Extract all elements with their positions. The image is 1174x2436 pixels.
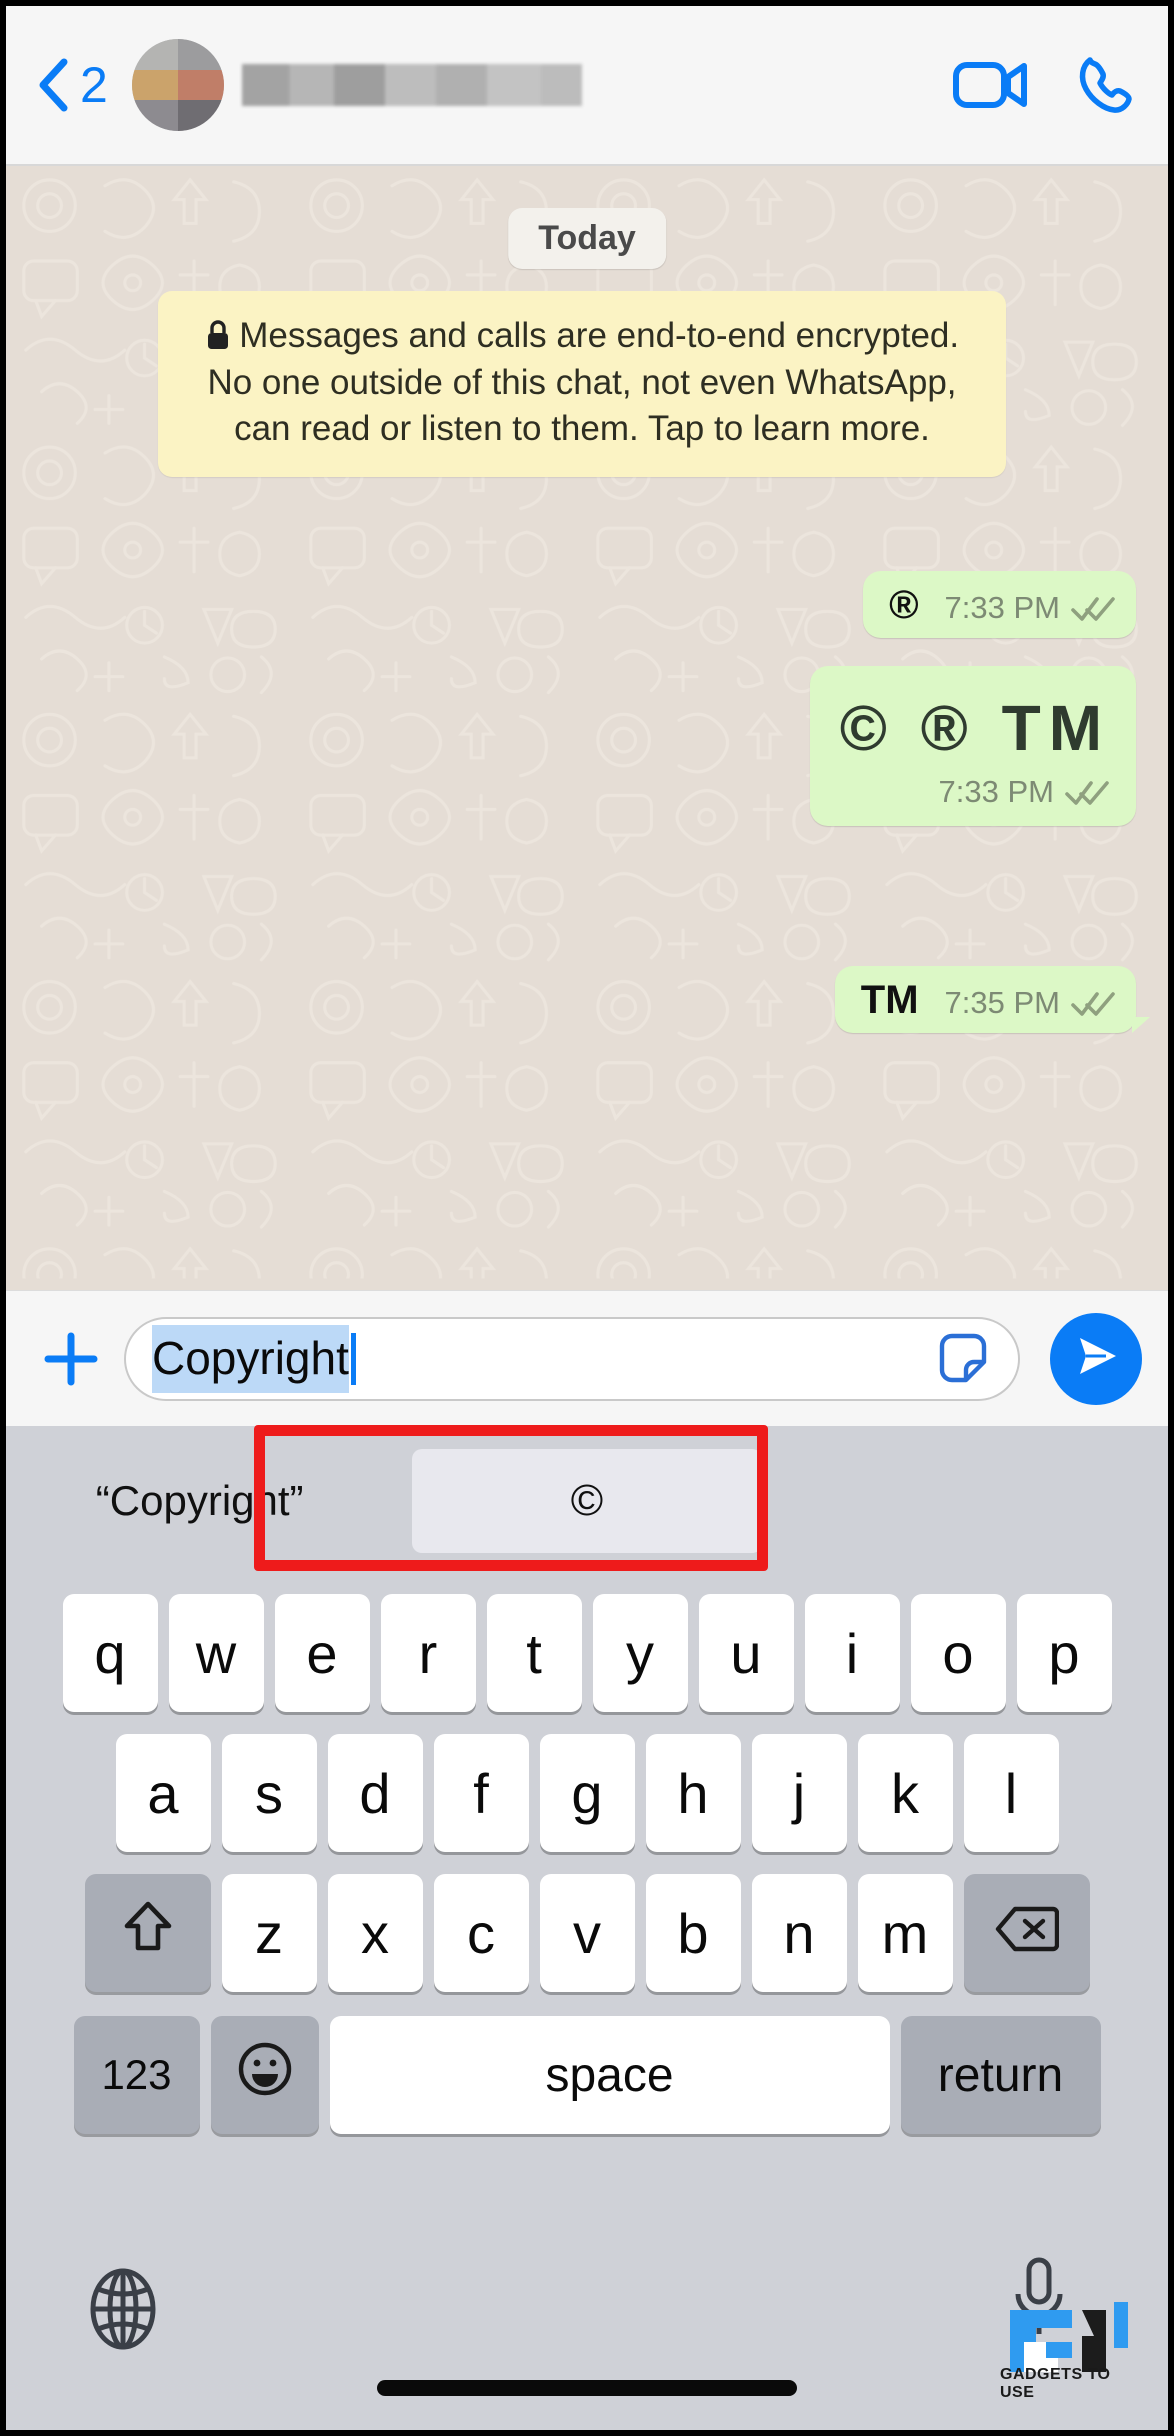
keyboard-row-4: 123 space return (6, 2016, 1168, 2134)
key-f[interactable]: f (433, 1734, 529, 1852)
key-s[interactable]: s (221, 1734, 317, 1852)
unread-count: 2 (80, 57, 108, 113)
key-g[interactable]: g (539, 1734, 635, 1852)
shift-arrow-icon (122, 1898, 174, 1969)
read-receipt-double-check-icon (1070, 989, 1116, 1017)
message-symbols: ® (889, 583, 919, 627)
avatar[interactable] (131, 39, 224, 131)
message-meta: 7:33 PM (840, 774, 1110, 810)
space-key[interactable]: space (329, 2016, 890, 2134)
key-e[interactable]: e (274, 1594, 370, 1712)
chat-bubble-outgoing[interactable]: ® 7:33 PM (863, 571, 1136, 638)
key-u[interactable]: u (698, 1594, 794, 1712)
message-symbols: TM (860, 978, 919, 1022)
key-h[interactable]: h (645, 1734, 741, 1852)
chat-message-area[interactable]: Today Messages and calls are end-to-end … (6, 166, 1168, 1290)
phone-icon[interactable] (1076, 54, 1138, 116)
key-m[interactable]: m (857, 1874, 953, 1992)
read-receipt-double-check-icon (1070, 594, 1116, 622)
back-button[interactable]: 2 (36, 56, 108, 114)
phone-screen: 2 Today Messages and calls are end-to-en… (0, 0, 1174, 2436)
chat-bubble-outgoing[interactable]: © ® TM 7:33 PM (809, 666, 1136, 826)
plus-icon[interactable] (32, 1328, 110, 1390)
message-meta: 7:33 PM (945, 590, 1116, 626)
keyboard-prediction-bar: “Copyright” © (6, 1426, 1168, 1576)
key-p[interactable]: p (1016, 1594, 1112, 1712)
video-camera-icon[interactable] (952, 57, 1030, 113)
text-caret (350, 1332, 356, 1385)
key-l[interactable]: l (963, 1734, 1059, 1852)
send-arrow-icon (1070, 1330, 1122, 1387)
key-z[interactable]: z (221, 1874, 317, 1992)
return-key[interactable]: return (900, 2016, 1101, 2134)
key-x[interactable]: x (327, 1874, 423, 1992)
backspace-icon (995, 1901, 1059, 1966)
key-a[interactable]: a (115, 1734, 211, 1852)
on-screen-keyboard: q w e r t y u i o p a s d f g h j k l z … (6, 1576, 1168, 2430)
prediction-item-1[interactable]: © (393, 1449, 780, 1553)
send-button[interactable] (1050, 1312, 1142, 1405)
message-time: 7:33 PM (938, 774, 1054, 809)
key-b[interactable]: b (645, 1874, 741, 1992)
encryption-notice-text: Messages and calls are end-to-end encryp… (207, 316, 960, 449)
sticker-icon[interactable] (934, 1330, 992, 1388)
message-time: 7:35 PM (944, 985, 1060, 1020)
message-input-bar: Copyright (6, 1290, 1168, 1426)
message-meta: 7:35 PM (945, 985, 1116, 1021)
shift-key[interactable] (84, 1874, 211, 1992)
globe-key[interactable] (84, 2266, 162, 2357)
key-q[interactable]: q (62, 1594, 158, 1712)
prediction-copyright-symbol[interactable]: © (411, 1449, 762, 1553)
key-i[interactable]: i (804, 1594, 900, 1712)
read-receipt-double-check-icon (1064, 778, 1110, 806)
message-row[interactable]: TM 7:35 PM (834, 966, 1151, 1033)
message-text-field[interactable]: Copyright (124, 1316, 1020, 1401)
globe-icon (84, 2268, 162, 2356)
keyboard-row-2: a s d f g h j k l (6, 1734, 1168, 1852)
key-r[interactable]: r (380, 1594, 476, 1712)
contact-name-redacted[interactable] (241, 64, 582, 106)
encryption-notice[interactable]: Messages and calls are end-to-end encryp… (158, 291, 1006, 477)
key-o[interactable]: o (910, 1594, 1006, 1712)
key-w[interactable]: w (168, 1594, 264, 1712)
chat-bubble-outgoing[interactable]: TM 7:35 PM (834, 966, 1151, 1033)
backspace-key[interactable] (963, 1874, 1090, 1992)
key-t[interactable]: t (486, 1594, 582, 1712)
home-indicator (377, 2380, 797, 2396)
key-n[interactable]: n (751, 1874, 847, 1992)
message-input-value[interactable]: Copyright (152, 1324, 349, 1393)
watermark-text: GADGETS TO USE (1000, 2366, 1111, 2401)
key-c[interactable]: c (433, 1874, 529, 1992)
key-y[interactable]: y (592, 1594, 688, 1712)
keyboard-row-1: q w e r t y u i o p (6, 1594, 1168, 1712)
message-symbols: © ® TM (839, 692, 1110, 764)
chat-header: 2 (6, 6, 1168, 166)
key-v[interactable]: v (539, 1874, 635, 1992)
lock-icon (205, 320, 239, 354)
emoji-smiley-icon (236, 2040, 294, 2111)
key-d[interactable]: d (327, 1734, 423, 1852)
watermark-logo: GADGETS TO USE (1000, 2282, 1150, 2402)
chevron-left-icon (36, 56, 70, 114)
key-j[interactable]: j (751, 1734, 847, 1852)
message-time: 7:33 PM (944, 590, 1060, 625)
day-divider: Today (508, 208, 666, 269)
emoji-key[interactable] (210, 2016, 319, 2134)
keyboard-bottom-row: GADGETS TO USE (6, 2236, 1168, 2430)
prediction-item-0[interactable]: “Copyright” (6, 1477, 393, 1525)
key-k[interactable]: k (857, 1734, 953, 1852)
numbers-key[interactable]: 123 (73, 2016, 200, 2134)
message-row[interactable]: © ® TM 7:33 PM (809, 666, 1136, 826)
keyboard-row-3: z x c v b n m (6, 1874, 1168, 1992)
message-row[interactable]: ® 7:33 PM (863, 571, 1136, 638)
